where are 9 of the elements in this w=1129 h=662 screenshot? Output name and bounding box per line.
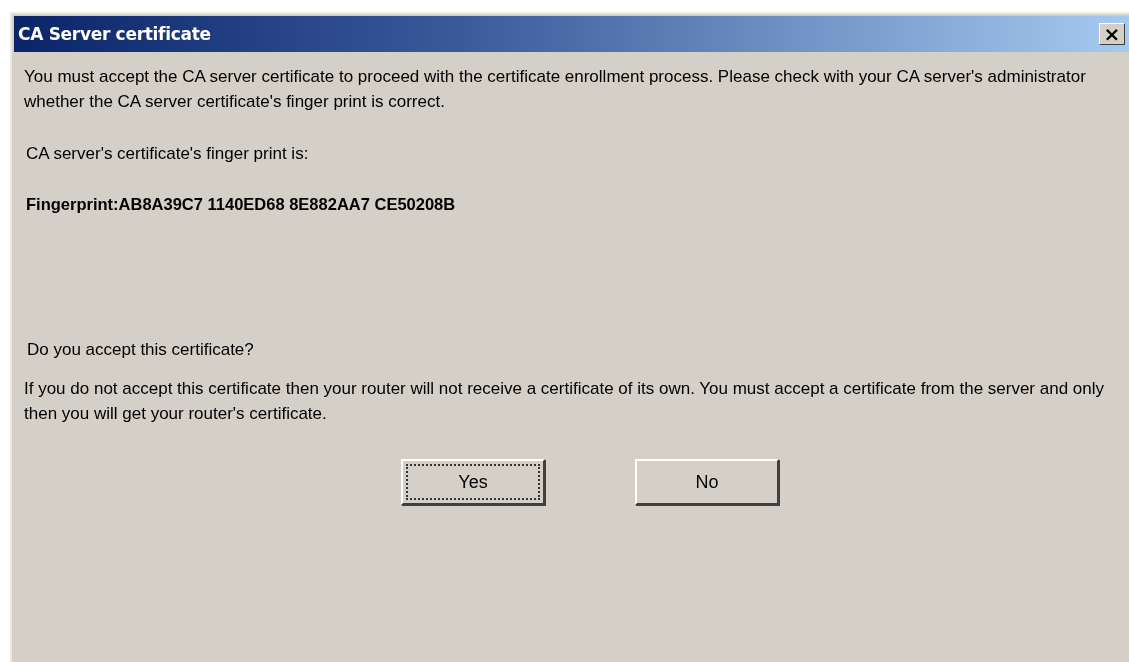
no-button[interactable]: No [635,459,779,505]
fingerprint-label: CA server's certificate's finger print is: [26,143,310,165]
note-text: If you do not accept this certificate then your router will not receive a certificate of its own. You must accept a certificate from the server and only then you will get your router's certificate. [24,378,1106,425]
close-button[interactable]: × [1099,23,1125,45]
fingerprint-text: Fingerprint:AB8A39C7 1140ED68 8E882AA7 CE50208B [26,194,457,215]
yes-button[interactable]: Yes [401,459,545,505]
message-text: You must accept the CA server certificate to proceed with the certificate enrollment process. Please check with your CA server's administrator whether the CA server certificate's finger print is correct. [24,66,1087,113]
window-title: CA Server certificate [18,24,211,44]
question-text: Do you accept this certificate? [27,339,255,361]
